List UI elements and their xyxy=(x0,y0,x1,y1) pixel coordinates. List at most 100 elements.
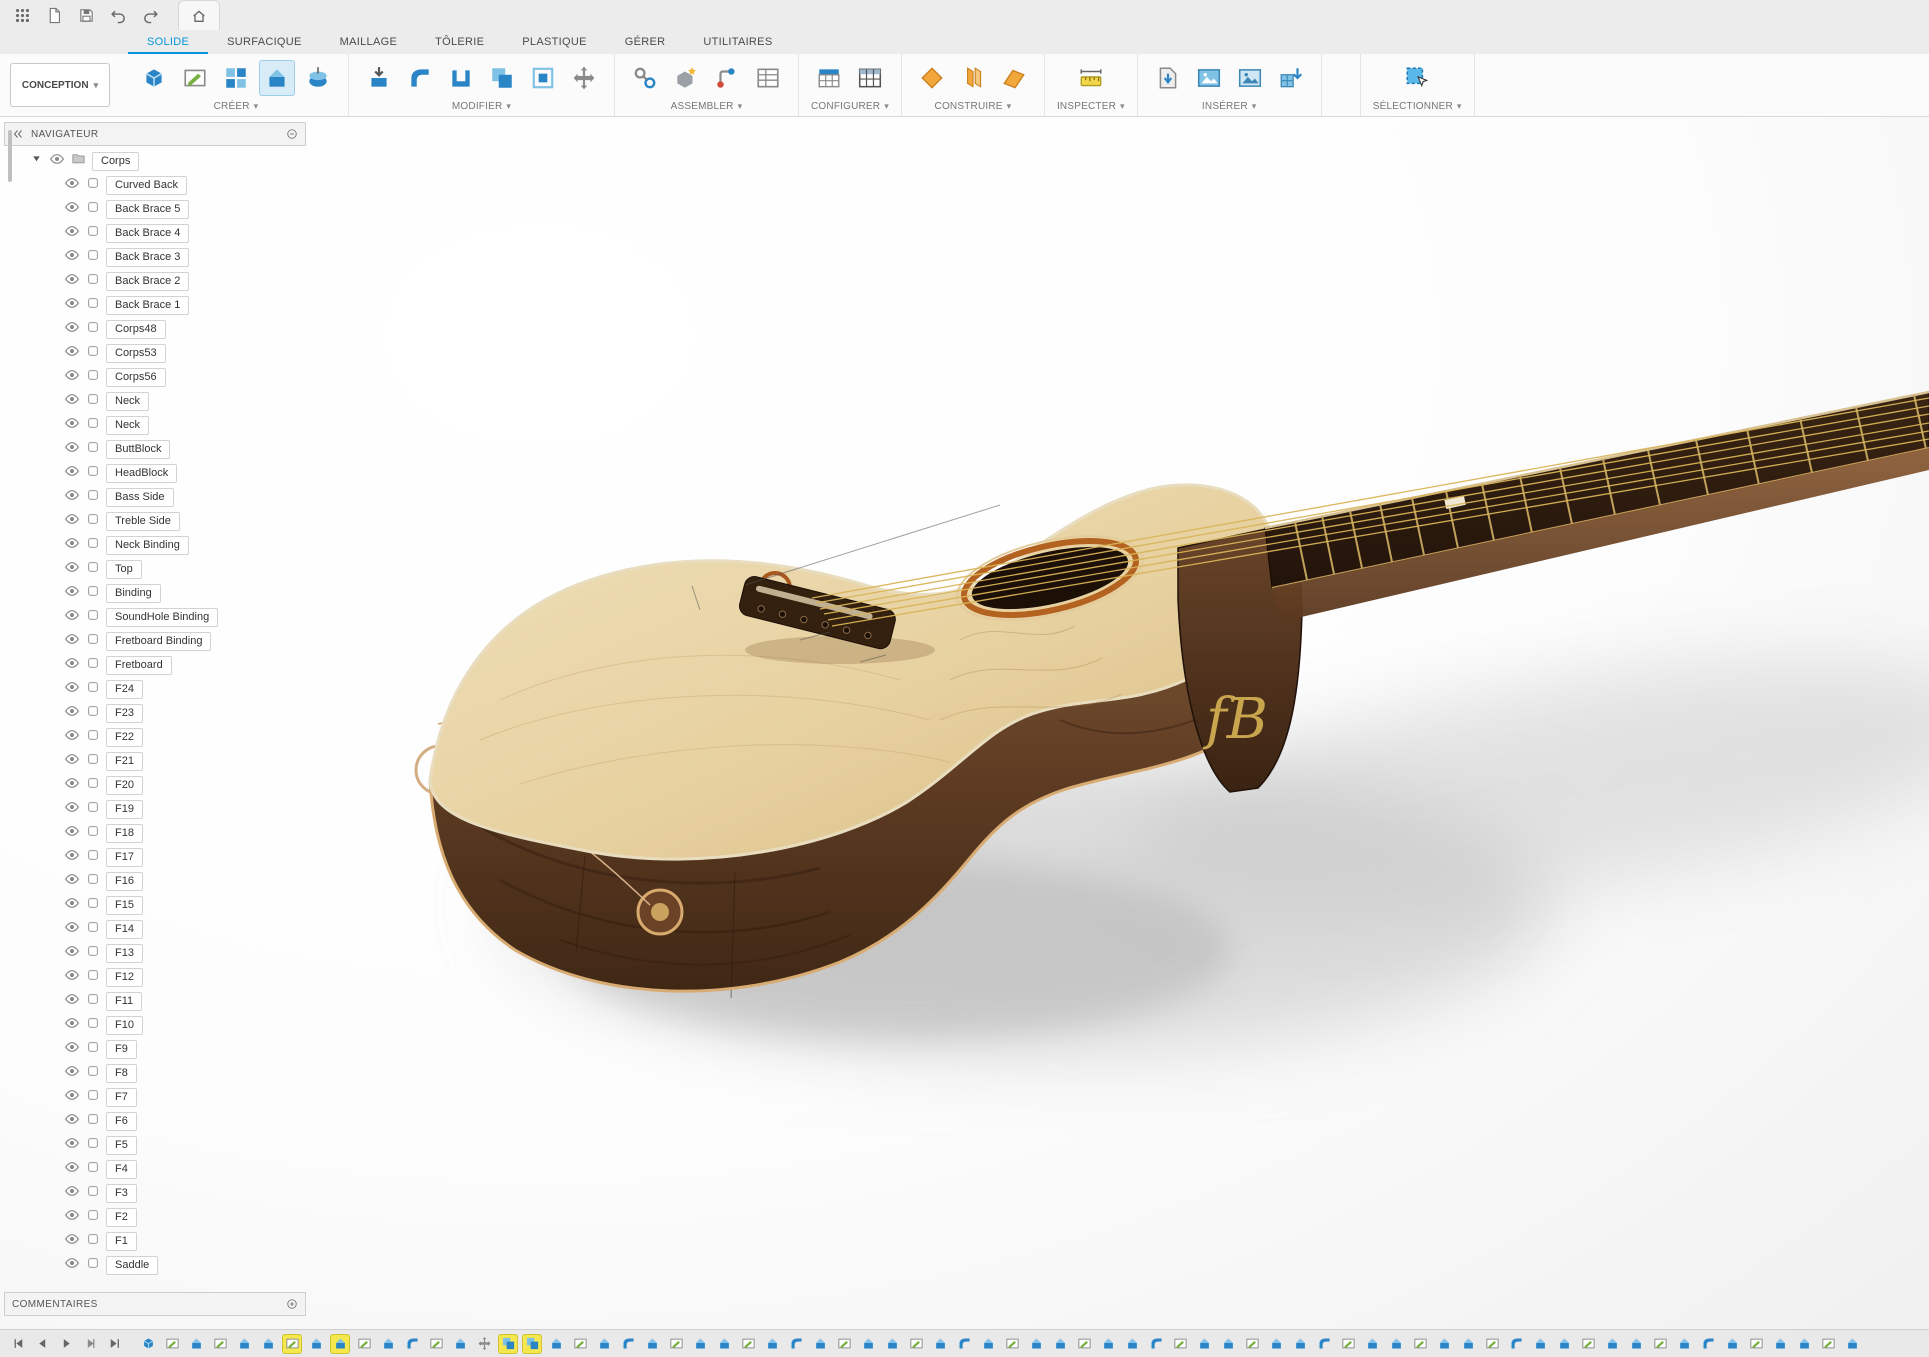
body-label[interactable]: F8 xyxy=(106,1064,137,1083)
body-label[interactable]: Top xyxy=(106,560,142,579)
navigator-row[interactable]: F21 xyxy=(4,749,306,773)
timeline-feature[interactable] xyxy=(811,1335,829,1353)
navigator-row[interactable]: F17 xyxy=(4,845,306,869)
timeline-feature[interactable] xyxy=(403,1335,421,1353)
navigator-row[interactable]: F5 xyxy=(4,1133,306,1157)
timeline-feature[interactable] xyxy=(1579,1335,1597,1353)
timeline-feature[interactable] xyxy=(1555,1335,1573,1353)
visibility-eye-icon[interactable] xyxy=(64,631,80,652)
body-label[interactable]: Back Brace 4 xyxy=(106,224,189,243)
timeline-feature[interactable] xyxy=(691,1335,709,1353)
navigator-row[interactable]: Fretboard xyxy=(4,653,306,677)
body-label[interactable]: F3 xyxy=(106,1184,137,1203)
timeline-feature[interactable] xyxy=(1651,1335,1669,1353)
timeline-feature[interactable] xyxy=(1099,1335,1117,1353)
body-label[interactable]: F18 xyxy=(106,824,143,843)
timeline-feature[interactable] xyxy=(331,1335,349,1353)
timeline-feature[interactable] xyxy=(1219,1335,1237,1353)
navigator-row[interactable]: Binding xyxy=(4,581,306,605)
navigator-row[interactable]: Corps56 xyxy=(4,365,306,389)
timeline-feature[interactable] xyxy=(739,1335,757,1353)
timeline-feature[interactable] xyxy=(931,1335,949,1353)
visibility-eye-icon[interactable] xyxy=(64,223,80,244)
timeline-feature[interactable] xyxy=(1531,1335,1549,1353)
timeline-feature[interactable] xyxy=(1627,1335,1645,1353)
ribbon-group-label[interactable]: CRÉER xyxy=(214,101,259,114)
timeline-feature[interactable] xyxy=(763,1335,781,1353)
body-label[interactable]: F5 xyxy=(106,1136,137,1155)
timeline-feature[interactable] xyxy=(1195,1335,1213,1353)
visibility-eye-icon[interactable] xyxy=(49,151,65,172)
ribbon-group-label[interactable]: INSPECTER xyxy=(1057,101,1125,114)
save[interactable] xyxy=(72,2,100,28)
timeline-feature[interactable] xyxy=(427,1335,445,1353)
body-label[interactable]: F2 xyxy=(106,1208,137,1227)
visibility-eye-icon[interactable] xyxy=(64,487,80,508)
visibility-eye-icon[interactable] xyxy=(64,583,80,604)
visibility-eye-icon[interactable] xyxy=(64,607,80,628)
ribbon-tab[interactable]: PLASTIQUE xyxy=(503,30,605,54)
visibility-eye-icon[interactable] xyxy=(64,559,80,580)
body-label[interactable]: ButtBlock xyxy=(106,440,170,459)
navigator-row[interactable]: F15 xyxy=(4,893,306,917)
timeline-feature[interactable] xyxy=(715,1335,733,1353)
timeline-feature[interactable] xyxy=(835,1335,853,1353)
navigator-row[interactable]: F13 xyxy=(4,941,306,965)
timeline-feature[interactable] xyxy=(355,1335,373,1353)
timeline-feature[interactable] xyxy=(307,1335,325,1353)
body-label[interactable]: F14 xyxy=(106,920,143,939)
comments-header[interactable]: COMMENTAIRES xyxy=(4,1292,306,1316)
timeline-feature[interactable] xyxy=(379,1335,397,1353)
body-label[interactable]: F10 xyxy=(106,1016,143,1035)
navigator-root-row[interactable]: Corps xyxy=(4,149,306,173)
step-forward[interactable] xyxy=(82,1335,99,1352)
visibility-eye-icon[interactable] xyxy=(64,511,80,532)
navigator-row[interactable]: F19 xyxy=(4,797,306,821)
navigator-row[interactable]: F7 xyxy=(4,1085,306,1109)
navigator-row[interactable]: Neck xyxy=(4,413,306,437)
body-label[interactable]: F13 xyxy=(106,944,143,963)
ribbon-tab[interactable]: GÉRER xyxy=(606,30,685,54)
fillet[interactable] xyxy=(402,60,438,96)
visibility-eye-icon[interactable] xyxy=(64,415,80,436)
visibility-eye-icon[interactable] xyxy=(64,271,80,292)
ribbon-group-label[interactable]: INSÉRER xyxy=(1202,101,1257,114)
timeline-feature[interactable] xyxy=(1147,1335,1165,1353)
navigator-row[interactable]: F11 xyxy=(4,989,306,1013)
navigator-row[interactable]: Top xyxy=(4,557,306,581)
collapse-panel-icon[interactable] xyxy=(12,128,24,140)
timeline-feature[interactable] xyxy=(235,1335,253,1353)
step-back[interactable] xyxy=(34,1335,51,1352)
navigator-row[interactable]: F12 xyxy=(4,965,306,989)
timeline-feature[interactable] xyxy=(1771,1335,1789,1353)
timeline-feature[interactable] xyxy=(523,1335,541,1353)
navigator-row[interactable]: F10 xyxy=(4,1013,306,1037)
navigator-row[interactable]: Corps48 xyxy=(4,317,306,341)
pattern[interactable] xyxy=(218,60,254,96)
visibility-eye-icon[interactable] xyxy=(64,775,80,796)
insert-mesh[interactable] xyxy=(1273,60,1309,96)
navigator-row[interactable]: Curved Back xyxy=(4,173,306,197)
body-label[interactable]: F11 xyxy=(106,992,142,1011)
visibility-eye-icon[interactable] xyxy=(64,367,80,388)
timeline-feature[interactable] xyxy=(1723,1335,1741,1353)
visibility-eye-icon[interactable] xyxy=(64,871,80,892)
body-label[interactable]: Binding xyxy=(106,584,161,603)
visibility-eye-icon[interactable] xyxy=(64,247,80,268)
timeline-feature[interactable] xyxy=(571,1335,589,1353)
workspace-selector[interactable]: CONCEPTION xyxy=(10,63,110,107)
body-label[interactable]: Fretboard Binding xyxy=(106,632,211,651)
body-label[interactable]: F23 xyxy=(106,704,143,723)
navigator-row[interactable]: Treble Side xyxy=(4,509,306,533)
timeline-feature[interactable] xyxy=(1267,1335,1285,1353)
body-label[interactable]: F6 xyxy=(106,1112,137,1131)
as-built-joint[interactable] xyxy=(709,60,745,96)
body-label[interactable]: Back Brace 2 xyxy=(106,272,189,291)
body-label[interactable]: F21 xyxy=(106,752,143,771)
fretboard[interactable] xyxy=(1265,392,1929,622)
navigator-row[interactable]: Back Brace 1 xyxy=(4,293,306,317)
shell[interactable] xyxy=(443,60,479,96)
go-to-end[interactable] xyxy=(106,1335,123,1352)
body-label[interactable]: F16 xyxy=(106,872,143,891)
minimize-icon[interactable] xyxy=(286,128,298,140)
